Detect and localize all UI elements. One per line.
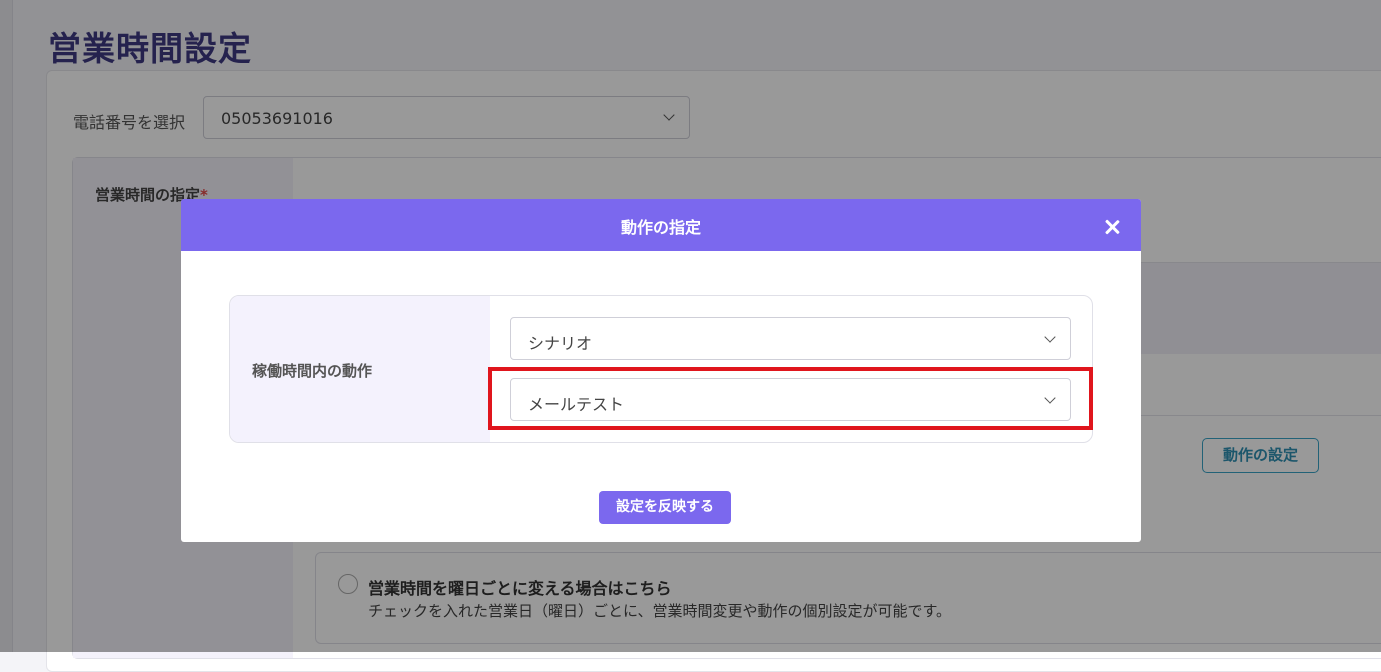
modal-title: 動作の指定: [620, 218, 701, 237]
action-modal: 動作の指定 稼働時間内の動作 シナリオ メールテスト 設定を反映する: [181, 199, 1141, 542]
chevron-down-icon: [1044, 331, 1056, 343]
action-table-label-cell: 稼働時間内の動作: [230, 296, 490, 442]
action-type-value: シナリオ: [528, 334, 593, 353]
action-type-select[interactable]: シナリオ: [510, 317, 1071, 360]
highlight-box: [488, 367, 1093, 430]
apply-settings-button[interactable]: 設定を反映する: [599, 491, 731, 524]
close-icon[interactable]: [1103, 218, 1121, 236]
modal-header: 動作の指定: [181, 199, 1141, 251]
action-table-label: 稼働時間内の動作: [252, 362, 373, 380]
